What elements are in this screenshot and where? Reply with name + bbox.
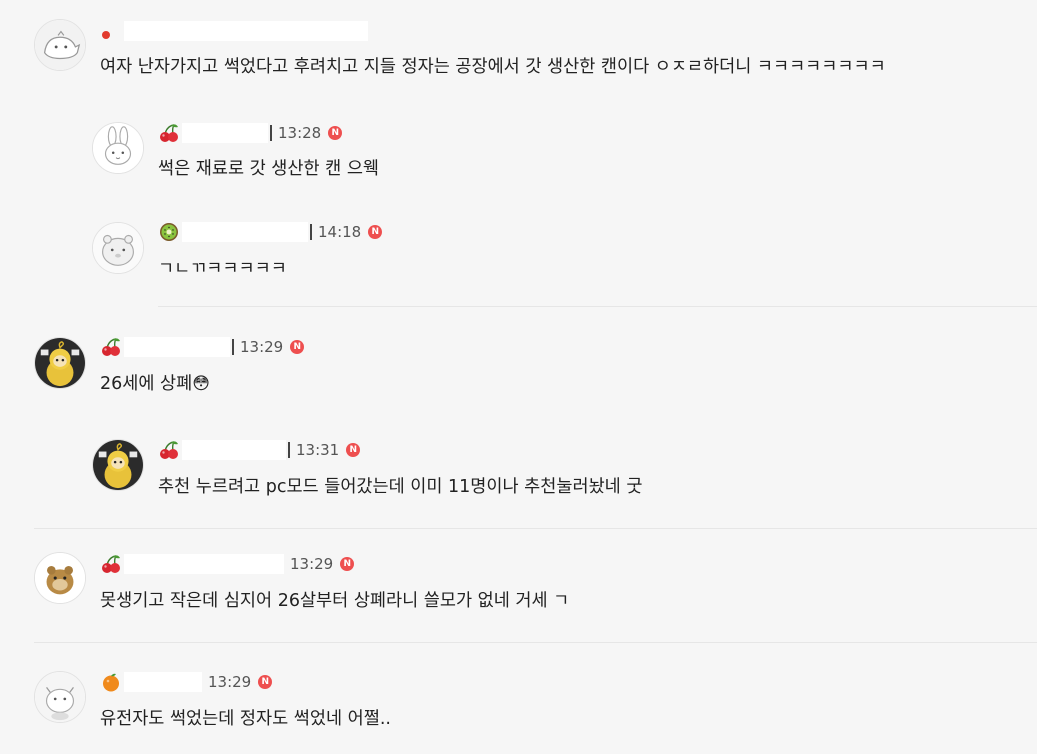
cherry-icon bbox=[100, 336, 122, 358]
comment-text-body: 26세에 상폐 bbox=[100, 374, 193, 394]
comment-meta: 14:18 N bbox=[158, 221, 383, 243]
comment-text: ㄱㄴㄲㅋㅋㅋㅋㅋ bbox=[158, 259, 287, 279]
new-badge-icon: N bbox=[258, 675, 273, 689]
timestamp: 13:29 bbox=[240, 338, 284, 356]
nickname-divider bbox=[310, 224, 312, 240]
nickname[interactable] bbox=[124, 21, 368, 41]
teletubby-avatar-icon[interactable] bbox=[92, 439, 144, 491]
comment-text: 여자 난자가지고 썩었다고 후려치고 지들 정자는 공장에서 갓 생산한 캔이다… bbox=[100, 57, 886, 77]
kiwi-icon bbox=[158, 221, 180, 243]
hamster-avatar-icon[interactable] bbox=[92, 222, 144, 274]
timestamp: 14:18 bbox=[318, 223, 362, 241]
comment-meta: 13:29 N bbox=[100, 671, 273, 693]
timestamp: 13:29 bbox=[208, 673, 252, 691]
teletubby-avatar-icon[interactable] bbox=[34, 337, 86, 389]
orange-icon bbox=[100, 671, 122, 693]
timestamp: 13:28 bbox=[278, 124, 322, 142]
flushed-face-emoji-icon: 😳 bbox=[192, 374, 210, 394]
new-badge-icon: N bbox=[368, 225, 383, 239]
comment-meta: 13:31 N bbox=[158, 439, 361, 461]
nickname[interactable] bbox=[182, 123, 268, 143]
timestamp: 13:29 bbox=[290, 555, 334, 573]
comment-text: 26세에 상폐😳 bbox=[100, 372, 210, 396]
comment-text: 유전자도 썩었는데 정자도 썩었네 어쩔.. bbox=[100, 709, 391, 729]
cat-avatar-icon[interactable] bbox=[34, 671, 86, 723]
nickname[interactable] bbox=[182, 222, 308, 242]
comment-text: 추천 누르려고 pc모드 들어갔는데 이미 11명이나 추천눌러놨네 굿 bbox=[158, 477, 643, 497]
comment-text: 썩은 재료로 갓 생산한 캔 으웩 bbox=[158, 159, 380, 179]
new-badge-icon: N bbox=[340, 557, 355, 571]
cherry-icon bbox=[100, 553, 122, 575]
dinosaur-avatar-icon[interactable] bbox=[34, 19, 86, 71]
nickname[interactable] bbox=[124, 672, 202, 692]
comment-meta: 13:29 N bbox=[100, 336, 305, 358]
comment-list: 여자 난자가지고 썩었다고 후려치고 지들 정자는 공장에서 갓 생산한 캔이다… bbox=[0, 0, 1037, 754]
cherry-icon bbox=[158, 439, 180, 461]
nickname[interactable] bbox=[124, 337, 230, 357]
comment-meta: 13:29 N bbox=[100, 553, 355, 575]
bunny-avatar-icon[interactable] bbox=[92, 122, 144, 174]
red-dot-icon bbox=[100, 20, 122, 42]
nickname-divider bbox=[288, 442, 290, 458]
divider bbox=[158, 306, 1037, 307]
nickname[interactable] bbox=[182, 440, 286, 460]
new-badge-icon: N bbox=[346, 443, 361, 457]
nickname-divider bbox=[270, 125, 272, 141]
nickname[interactable] bbox=[124, 554, 284, 574]
new-badge-icon: N bbox=[328, 126, 343, 140]
hamster-photo-avatar-icon[interactable] bbox=[34, 552, 86, 604]
nickname-divider bbox=[232, 339, 234, 355]
timestamp: 13:31 bbox=[296, 441, 340, 459]
comment-meta bbox=[100, 20, 368, 42]
cherry-icon bbox=[158, 122, 180, 144]
new-badge-icon: N bbox=[290, 340, 305, 354]
comment-text: 못생기고 작은데 심지어 26살부터 상폐라니 쓸모가 없네 거세 ㄱ bbox=[100, 591, 570, 611]
divider bbox=[34, 528, 1037, 529]
comment-meta: 13:28 N bbox=[158, 122, 343, 144]
divider bbox=[34, 642, 1037, 643]
